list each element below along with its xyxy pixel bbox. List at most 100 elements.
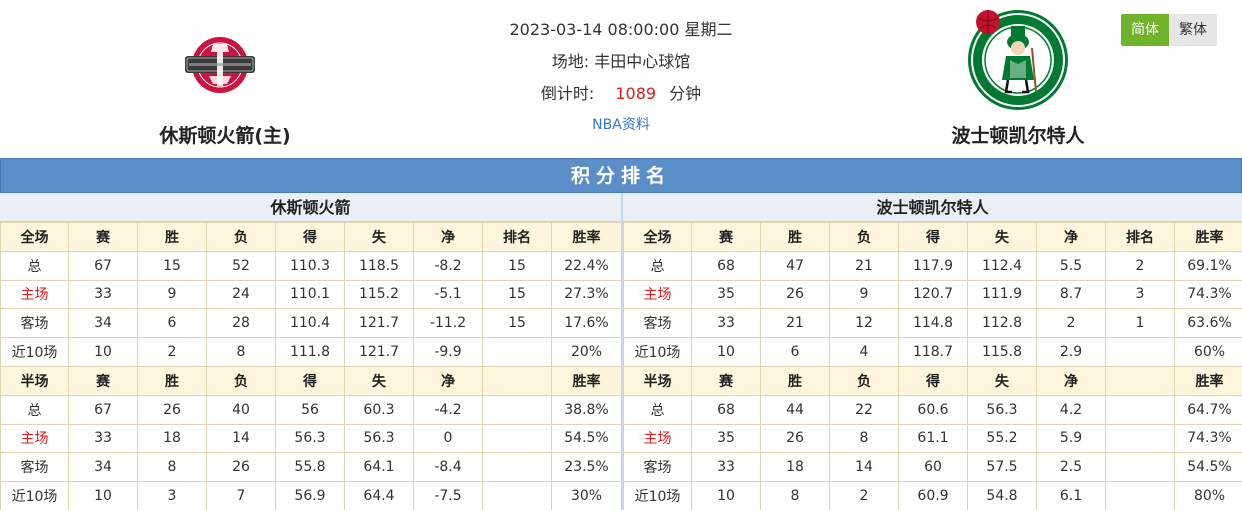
traditional-chinese-button[interactable]: 繁体	[1169, 14, 1217, 46]
table-cell: 10	[691, 337, 761, 367]
row-label: 总	[0, 394, 69, 425]
table-row: 近10场 10 2 8 111.8 121.7 -9.9 20%	[0, 337, 622, 367]
table-cell: 2.9	[1036, 337, 1106, 367]
table-cell	[1105, 337, 1175, 367]
column-header: 失	[967, 365, 1037, 396]
table-cell: 27.3%	[551, 279, 622, 310]
column-header: 排名	[482, 222, 552, 252]
table-cell: 54.5%	[551, 423, 622, 454]
table-cell: 68	[691, 250, 761, 281]
table-cell: 67	[68, 250, 138, 281]
table-cell: 64.4	[344, 481, 414, 510]
table-header-row: 半场赛胜负得失净 胜率	[623, 365, 1242, 396]
column-header: 失	[344, 365, 414, 396]
table-cell: 4	[829, 337, 899, 367]
table-cell: 22	[829, 394, 899, 425]
table-cell: 60.6	[898, 394, 968, 425]
table-cell: 22.4%	[551, 250, 622, 281]
column-header	[482, 365, 552, 396]
table-cell: 60.9	[898, 481, 968, 510]
table-row: 总 68 47 21 117.9 112.4 5.5 2 69.1%	[623, 250, 1242, 281]
match-countdown: 倒计时: 1089 分钟	[461, 80, 781, 112]
table-cell	[1105, 481, 1175, 510]
venue-value: 丰田中心球馆	[594, 52, 691, 71]
table-cell: 7	[206, 481, 276, 510]
row-label: 近10场	[0, 337, 69, 367]
table-row: 客场 34 6 28 110.4 121.7 -11.2 15 17.6%	[0, 308, 622, 339]
table-cell: 2.5	[1036, 452, 1106, 483]
table-cell: 2	[1105, 250, 1175, 281]
column-header: 胜率	[1174, 222, 1242, 252]
table-header-row: 全场赛胜负得失净排名 胜率	[0, 222, 622, 252]
table-cell	[482, 481, 552, 510]
table-header-row: 半场赛胜负得失净 胜率	[0, 365, 622, 396]
table-cell: 24	[206, 279, 276, 310]
table-row: 总 67 26 40 56 60.3 -4.2 38.8%	[0, 394, 622, 425]
table-cell: -8.2	[413, 250, 483, 281]
row-label: 近10场	[623, 481, 692, 510]
table-cell: 8.7	[1036, 279, 1106, 310]
column-header: 得	[898, 222, 968, 252]
table-cell: 15	[482, 279, 552, 310]
column-header: 赛	[691, 365, 761, 396]
table-cell: 55.2	[967, 423, 1037, 454]
column-header: 失	[967, 222, 1037, 252]
column-header: 负	[206, 222, 276, 252]
table-cell: 56.3	[344, 423, 414, 454]
table-cell: 121.7	[344, 337, 414, 367]
table-cell: 28	[206, 308, 276, 339]
match-venue: 场地: 丰田中心球馆	[461, 48, 781, 80]
row-label: 客场	[0, 308, 69, 339]
simplified-chinese-button[interactable]: 简体	[1121, 14, 1169, 46]
table-cell: 35	[691, 423, 761, 454]
table-cell: 110.1	[275, 279, 345, 310]
away-standings-title: 波士顿凯尔特人	[623, 193, 1242, 222]
table-cell: -5.1	[413, 279, 483, 310]
table-cell: -8.4	[413, 452, 483, 483]
table-row: 主场 33 9 24 110.1 115.2 -5.1 15 27.3%	[0, 279, 622, 310]
venue-label: 场地:	[551, 52, 590, 71]
row-label: 客场	[0, 452, 69, 483]
table-cell: 1	[1105, 308, 1175, 339]
column-header: 胜	[137, 222, 207, 252]
table-cell: 118.7	[898, 337, 968, 367]
column-header: 负	[829, 365, 899, 396]
table-cell: 15	[137, 250, 207, 281]
table-cell: 4.2	[1036, 394, 1106, 425]
table-cell: 21	[760, 308, 830, 339]
column-header: 净	[413, 222, 483, 252]
column-header: 胜率	[551, 365, 622, 396]
table-cell: 55.8	[275, 452, 345, 483]
table-cell: 26	[760, 423, 830, 454]
standings-section: 积分排名 休斯顿火箭 全场赛胜负得失净排名 胜率总 67 15 52 110.3 118.5…	[0, 158, 1242, 510]
column-header: 赛	[691, 222, 761, 252]
table-cell: 61.1	[898, 423, 968, 454]
table-cell	[482, 452, 552, 483]
column-header: 净	[1036, 365, 1106, 396]
table-cell	[1105, 394, 1175, 425]
table-row: 客场 33 18 14 60 57.5 2.5 54.5%	[623, 452, 1242, 483]
celtics-logo	[968, 10, 1068, 110]
match-header: 休斯顿火箭(主) 2023-03-14 08:00:00 星期二 场地: 丰田中…	[0, 0, 1242, 158]
table-cell: 40	[206, 394, 276, 425]
table-cell: 115.8	[967, 337, 1037, 367]
table-cell	[482, 423, 552, 454]
countdown-label: 倒计时:	[540, 84, 595, 103]
table-row: 总 67 15 52 110.3 118.5 -8.2 15 22.4%	[0, 250, 622, 281]
table-cell: 67	[68, 394, 138, 425]
row-label: 近10场	[0, 481, 69, 510]
row-label: 总	[623, 250, 692, 281]
row-label: 客场	[623, 308, 692, 339]
table-cell: 10	[691, 481, 761, 510]
row-label: 客场	[623, 452, 692, 483]
table-cell: -7.5	[413, 481, 483, 510]
nba-info-link[interactable]: NBA资料	[461, 112, 781, 144]
table-cell: 74.3%	[1174, 279, 1242, 310]
table-cell: 111.8	[275, 337, 345, 367]
table-cell: 33	[68, 279, 138, 310]
column-header: 半场	[0, 365, 69, 396]
table-cell: 6.1	[1036, 481, 1106, 510]
table-cell	[1105, 423, 1175, 454]
column-header: 净	[1036, 222, 1106, 252]
table-cell: 38.8%	[551, 394, 622, 425]
